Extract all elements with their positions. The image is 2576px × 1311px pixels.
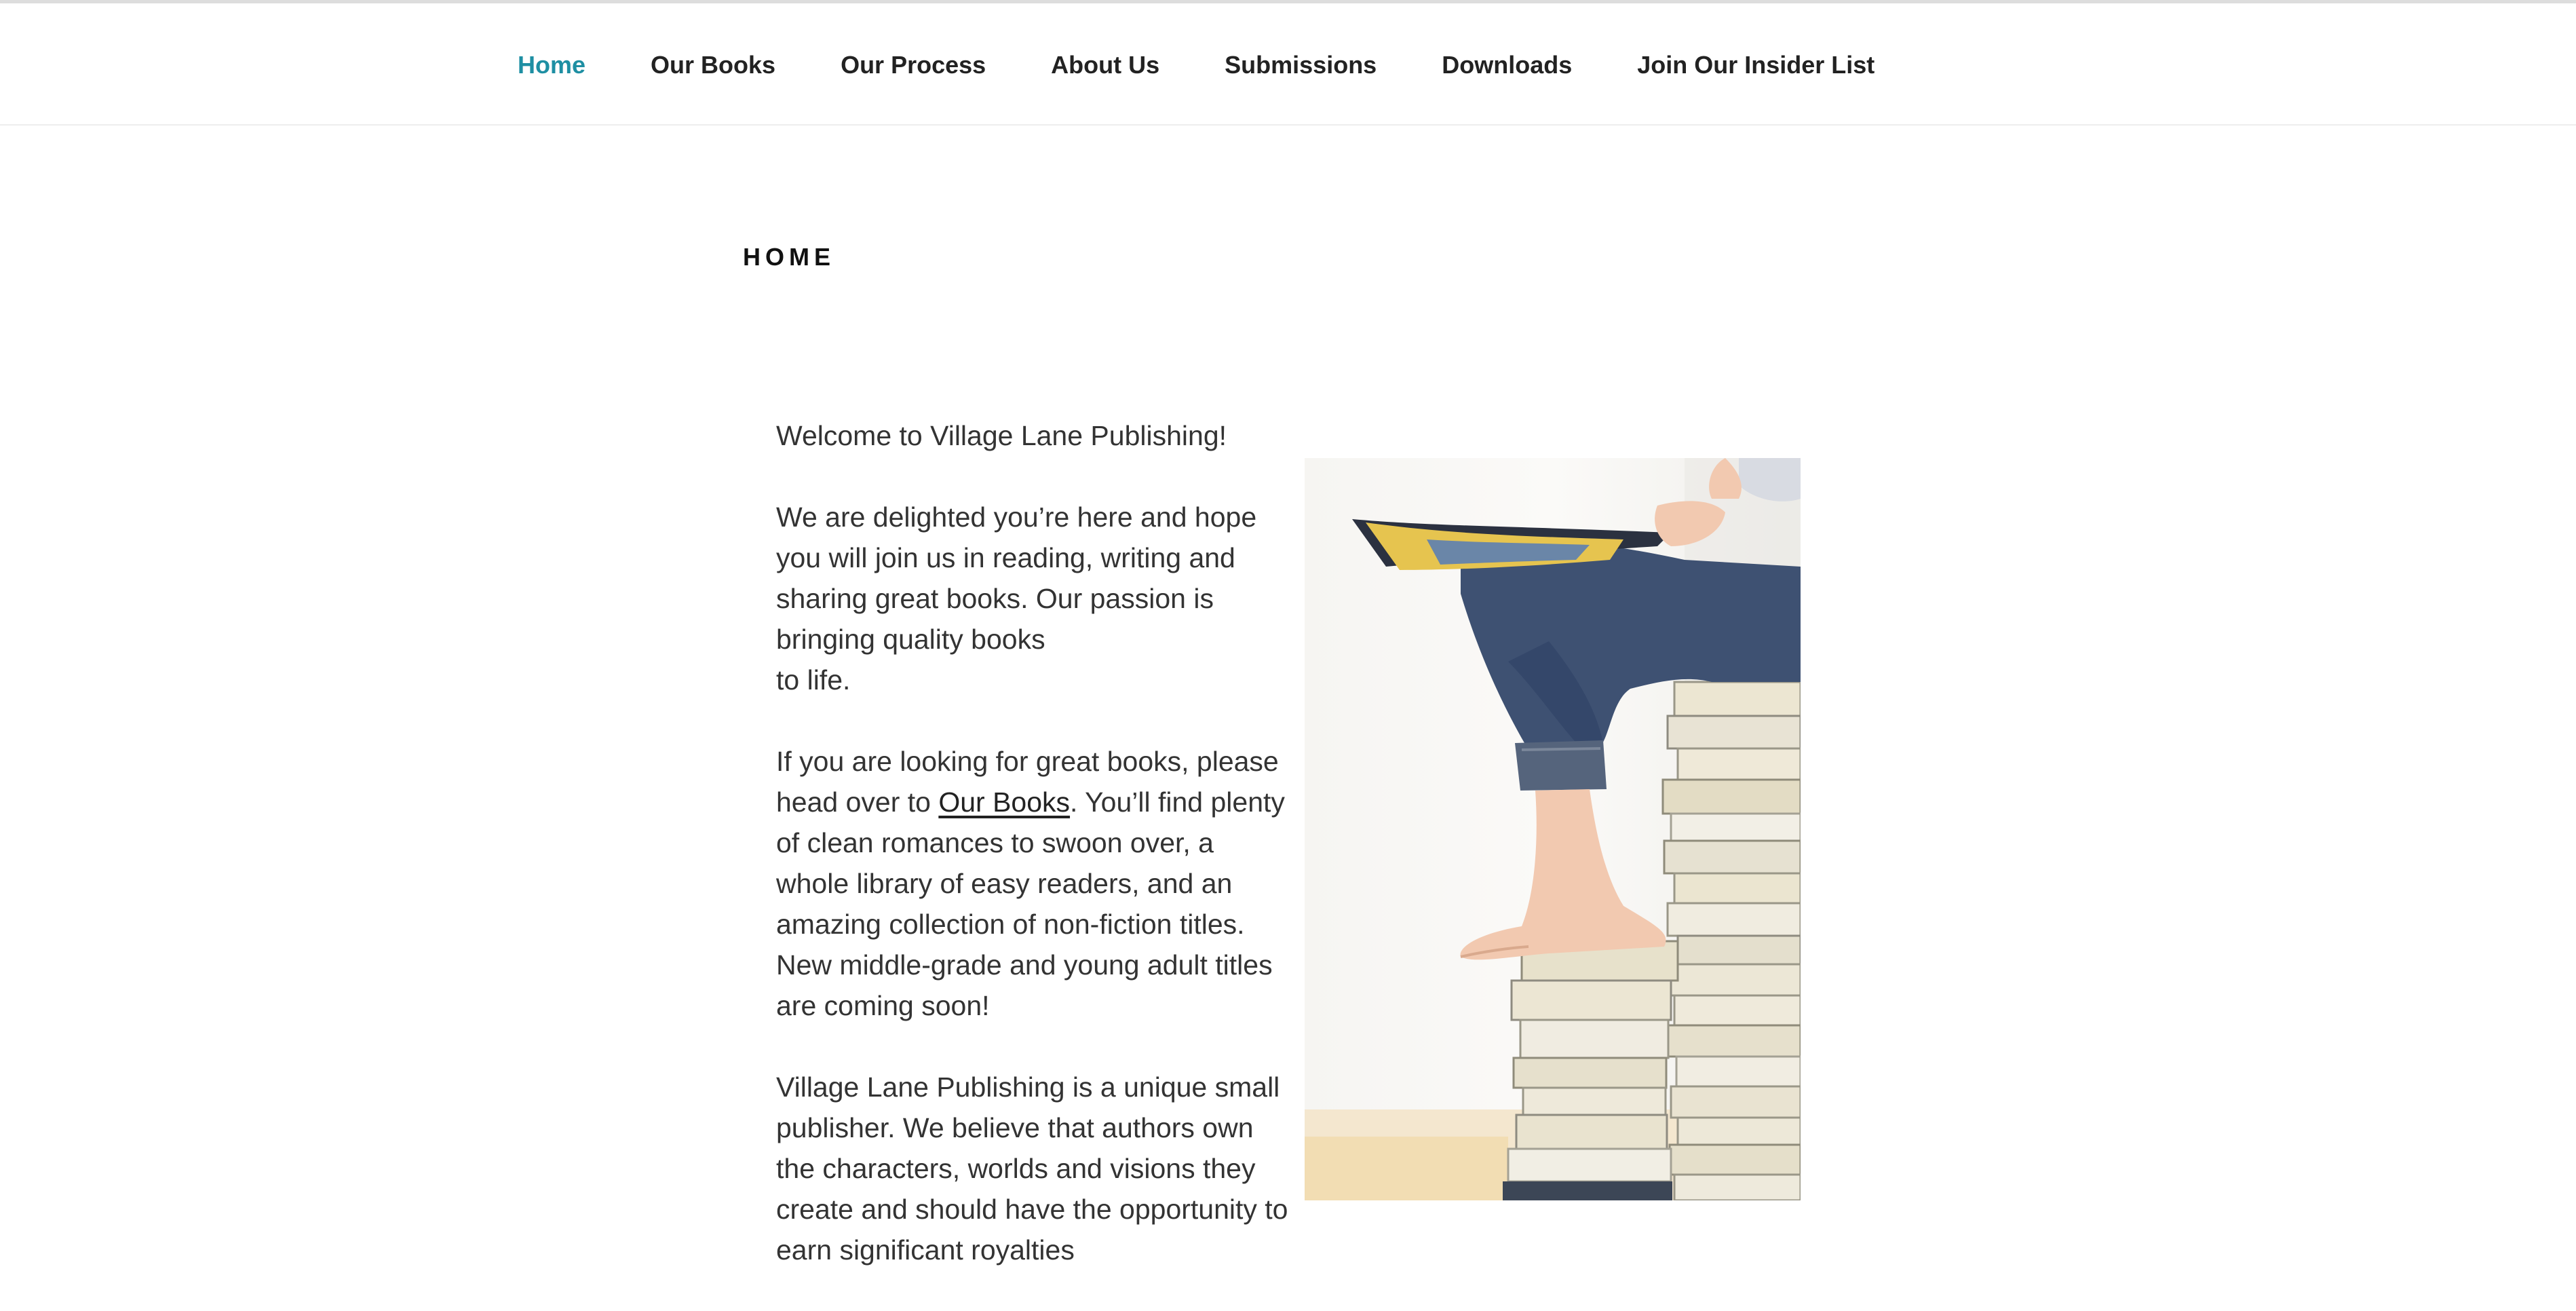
page-content: Welcome to Village Lane Publishing! We a… [776,415,1292,1311]
page-title: HOME [743,243,835,271]
intro-paragraph: We are delighted you’re here and hope yo… [776,497,1292,700]
nav-item-home[interactable]: Home [518,51,585,79]
hero-photo [1305,458,1801,1200]
child-reading-on-books-image [1305,458,1801,1200]
nav-item-downloads[interactable]: Downloads [1442,51,1572,79]
main-menu: Home Our Books Our Process About Us Subm… [518,51,1875,79]
intro-text-end: to life. [776,664,851,696]
nav-item-our-books[interactable]: Our Books [651,51,775,79]
book-stack-right [1661,681,1801,1200]
nav-item-submissions[interactable]: Submissions [1225,51,1377,79]
nav-item-our-process[interactable]: Our Process [841,51,986,79]
intro-text: We are delighted you’re here and hope yo… [776,501,1257,655]
nav-item-join-insider-list[interactable]: Join Our Insider List [1637,51,1875,79]
welcome-text: Welcome to Village Lane Publishing! [776,420,1227,451]
about-paragraph: Village Lane Publishing is a unique smal… [776,1071,1288,1266]
books-text-end: . You’ll find plenty of clean romances t… [776,786,1285,1021]
books-paragraph: If you are looking for great books, plea… [776,741,1292,1026]
nav-item-about-us[interactable]: About Us [1051,51,1159,79]
book-stack-left [1503,940,1679,1200]
top-navigation: Home Our Books Our Process About Us Subm… [0,3,2576,126]
our-books-link[interactable]: Our Books [938,786,1070,818]
